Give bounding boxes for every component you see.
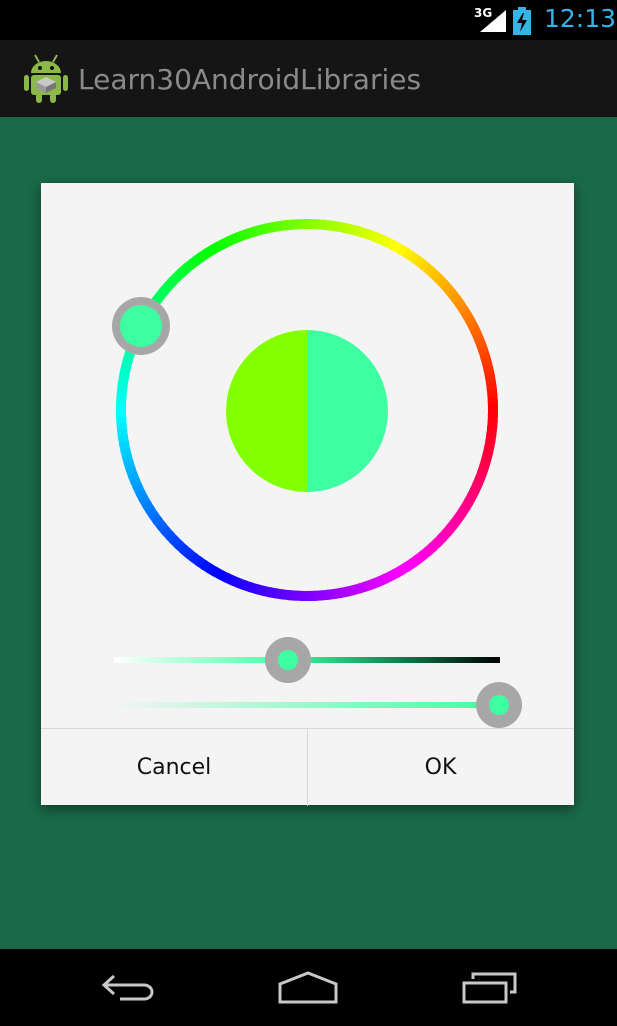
app-title: Learn30AndroidLibraries bbox=[78, 63, 422, 96]
back-icon[interactable] bbox=[100, 971, 158, 1003]
status-bar: 3G 12:13 bbox=[0, 0, 617, 40]
android-app-icon bbox=[24, 54, 68, 103]
screen: 3G 12:13 Learn30AndroidLibraries Cancel … bbox=[0, 0, 617, 1026]
status-clock: 12:13 bbox=[544, 4, 617, 33]
opacity-bar[interactable] bbox=[114, 702, 500, 708]
dialog-button-bar: Cancel OK bbox=[41, 728, 574, 806]
navigation-bar bbox=[0, 949, 617, 1026]
signal-icon bbox=[480, 10, 506, 32]
opacity-thumb[interactable] bbox=[476, 682, 522, 728]
new-color-half bbox=[307, 330, 388, 492]
action-bar: Learn30AndroidLibraries bbox=[0, 40, 617, 117]
hue-thumb[interactable] bbox=[112, 297, 170, 355]
ok-button[interactable]: OK bbox=[307, 729, 574, 806]
recent-apps-icon[interactable] bbox=[461, 971, 519, 1005]
home-icon[interactable] bbox=[277, 971, 339, 1005]
color-picker-canvas bbox=[112, 219, 522, 728]
cancel-button-label: Cancel bbox=[136, 755, 212, 780]
saturation-value-thumb[interactable] bbox=[265, 637, 311, 683]
cancel-button[interactable]: Cancel bbox=[41, 729, 308, 806]
old-color-half bbox=[226, 330, 307, 492]
color-picker-dialog: Cancel OK bbox=[41, 183, 574, 806]
ok-button-label: OK bbox=[424, 755, 457, 780]
battery-charging-icon bbox=[513, 7, 531, 35]
